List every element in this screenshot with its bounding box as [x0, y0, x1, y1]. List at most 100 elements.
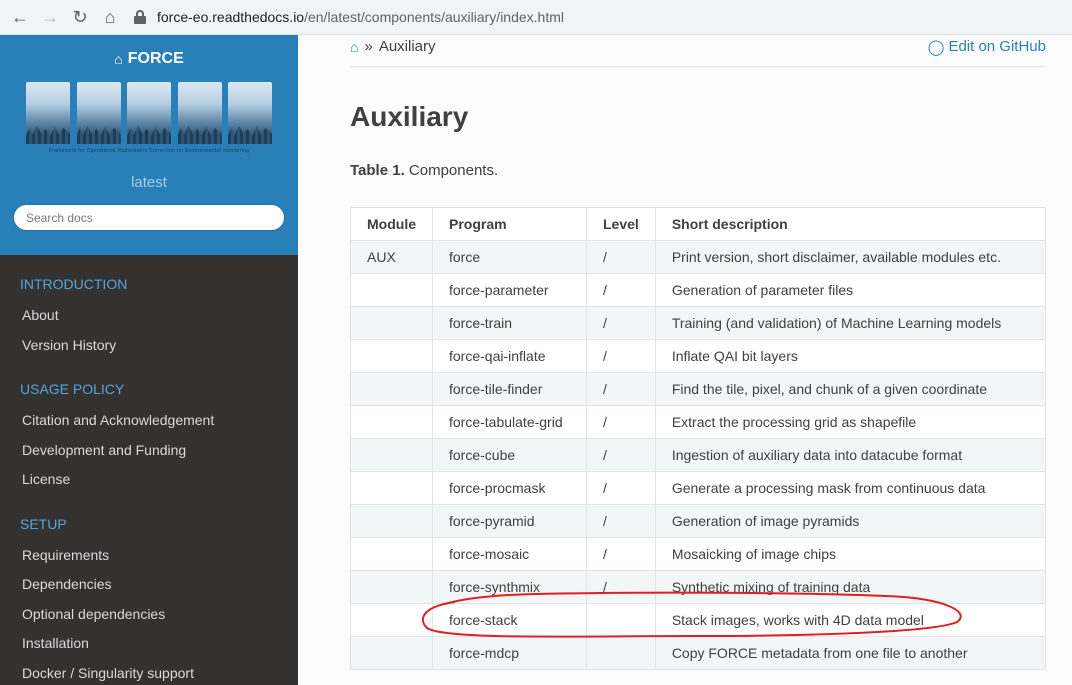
- page-title: Auxiliary: [350, 101, 469, 132]
- github-icon: ◯: [927, 38, 945, 56]
- nav-list: Citation and Acknowledgement Development …: [0, 406, 298, 495]
- header-level: Level: [586, 207, 656, 241]
- nav-section-title: INTRODUCTION: [20, 276, 128, 292]
- sidebar-nav-item[interactable]: Development and Funding: [0, 436, 298, 466]
- cell-program: force: [432, 240, 587, 274]
- sidebar-nav-item[interactable]: Optional dependencies: [0, 600, 298, 630]
- breadcrumb-home-icon[interactable]: ⌂: [350, 39, 358, 55]
- table-body: AUX force / Print version, short disclaimer…: [350, 240, 1047, 670]
- logo-tagline: Framework for Operational Radiometric Co…: [48, 148, 250, 154]
- brand-name: FORCE: [127, 50, 184, 67]
- cell-module: [350, 372, 433, 406]
- logo-letters: FORCE: [26, 82, 272, 144]
- cell-module: [350, 306, 433, 340]
- cell-level: /: [586, 471, 656, 505]
- home-icon[interactable]: ⌂: [97, 4, 123, 30]
- table-row: force-procmask / Generate a processing mas…: [350, 471, 1047, 505]
- caption-label: Table 1.: [350, 162, 405, 179]
- cell-level: /: [586, 372, 656, 406]
- sidebar-nav-item[interactable]: License: [0, 465, 298, 495]
- cell-level: /: [586, 570, 656, 604]
- logo-letter: F: [26, 82, 70, 144]
- cell-program: force-train: [432, 306, 587, 340]
- nav-list: About Version History: [0, 301, 298, 360]
- cell-program: force-stack: [432, 603, 587, 637]
- cell-description: Print version, short disclaimer, availab…: [654, 240, 1047, 274]
- nav-section-title: SETUP: [20, 515, 67, 532]
- cell-program: force-tabulate-grid: [432, 405, 587, 439]
- back-icon[interactable]: ←: [7, 4, 33, 30]
- cell-module: [350, 438, 433, 472]
- version-label: latest: [131, 174, 167, 191]
- cell-description: Generation of parameter files: [654, 273, 1047, 307]
- cell-description: Inflate QAI bit layers: [654, 339, 1047, 373]
- reload-icon[interactable]: ↻: [67, 4, 93, 30]
- cell-program: force-procmask: [432, 471, 587, 505]
- cell-description: Extract the processing grid as shapefile: [654, 405, 1047, 439]
- cell-description: Mosaicking of image chips: [654, 537, 1047, 571]
- table-row: force-parameter / Generation of parameter …: [350, 273, 1047, 307]
- sidebar-nav-item[interactable]: Citation and Acknowledgement: [0, 406, 298, 436]
- sidebar-nav-item[interactable]: About: [0, 301, 298, 331]
- table-row: force-stack Stack images, works with 4D d…: [350, 603, 1047, 637]
- search-input[interactable]: [26, 210, 284, 225]
- table-row: force-qai-inflate / Inflate QAI bit layers: [350, 339, 1047, 373]
- cell-level: /: [586, 537, 656, 571]
- sidebar-nav-item[interactable]: Requirements: [0, 541, 298, 571]
- url-path: /en/latest/components/auxiliary/index.ht…: [304, 9, 565, 25]
- cell-level: [586, 603, 656, 637]
- table-row: force-tabulate-grid / Extract the processi…: [350, 405, 1047, 439]
- table-row: force-mdcp Copy FORCE metadata from one f…: [350, 636, 1047, 670]
- cell-level: /: [586, 438, 656, 472]
- main-content: ⌂ » Auxiliary ◯ Edit on GitHub Auxiliary…: [298, 35, 1072, 685]
- logo-letter: R: [127, 82, 171, 144]
- cell-module: [350, 636, 433, 670]
- breadcrumb-current: Auxiliary: [378, 38, 436, 55]
- search-box: [13, 204, 285, 231]
- sidebar-nav-item[interactable]: Installation: [0, 629, 298, 659]
- edit-on-github-link[interactable]: ◯ Edit on GitHub: [928, 38, 1046, 56]
- sidebar-nav-item[interactable]: Dependencies: [0, 570, 298, 600]
- cell-program: force-parameter: [432, 273, 587, 307]
- cell-module: [350, 405, 433, 439]
- address-bar[interactable]: force-eo.readthedocs.io/en/latest/compon…: [133, 3, 1072, 31]
- table-header-row: Module Program Level Short description: [350, 207, 1047, 241]
- cell-module: [350, 471, 433, 505]
- cell-level: /: [586, 273, 656, 307]
- cell-program: force-pyramid: [432, 504, 587, 538]
- table-row: AUX force / Print version, short disclaimer…: [350, 240, 1047, 274]
- cell-level: /: [586, 306, 656, 340]
- url-host: force-eo.readthedocs.io: [157, 9, 305, 25]
- cell-description: Ingestion of auxiliary data into datacub…: [654, 438, 1047, 472]
- sidebar-header: ⌂ FORCE FORCE Framework for Operational …: [0, 35, 298, 255]
- cell-description: Find the tile, pixel, and chunk of a giv…: [654, 372, 1047, 406]
- cell-module: AUX: [350, 240, 433, 274]
- breadcrumb-separator: »: [364, 38, 373, 55]
- nav-list: Requirements Dependencies Optional depende…: [0, 541, 298, 685]
- sidebar-nav: INTRODUCTION About Version History USAGE PO…: [0, 276, 298, 685]
- cell-description: Generation of image pyramids: [654, 504, 1047, 538]
- forward-icon[interactable]: →: [37, 4, 63, 30]
- cell-description: Copy FORCE metadata from one file to ano…: [654, 636, 1047, 670]
- cell-description: Stack images, works with 4D data model: [654, 603, 1047, 637]
- cell-program: force-qai-inflate: [432, 339, 587, 373]
- cell-level: /: [586, 504, 656, 538]
- home-icon: ⌂: [114, 51, 123, 67]
- sidebar-nav-item[interactable]: Docker / Singularity support: [0, 659, 298, 685]
- force-logo[interactable]: FORCE Framework for Operational Radiomet…: [26, 82, 272, 158]
- caption-text: Components.: [404, 162, 499, 179]
- nav-section-title: USAGE POLICY: [20, 381, 125, 397]
- table-row: force-cube / Ingestion of auxiliary data i…: [350, 438, 1047, 472]
- table-row: force-pyramid / Generation of image pyrami…: [350, 504, 1047, 538]
- brand-link[interactable]: ⌂ FORCE: [0, 50, 298, 68]
- cell-module: [350, 273, 433, 307]
- header-description: Short description: [654, 207, 1047, 241]
- cell-level: /: [586, 339, 656, 373]
- cell-module: [350, 504, 433, 538]
- cell-program: force-cube: [432, 438, 587, 472]
- table-caption: Table 1. Components.: [350, 162, 498, 179]
- sidebar-nav-item[interactable]: Version History: [0, 331, 298, 361]
- cell-module: [350, 570, 433, 604]
- cell-module: [350, 603, 433, 637]
- cell-level: [586, 636, 656, 670]
